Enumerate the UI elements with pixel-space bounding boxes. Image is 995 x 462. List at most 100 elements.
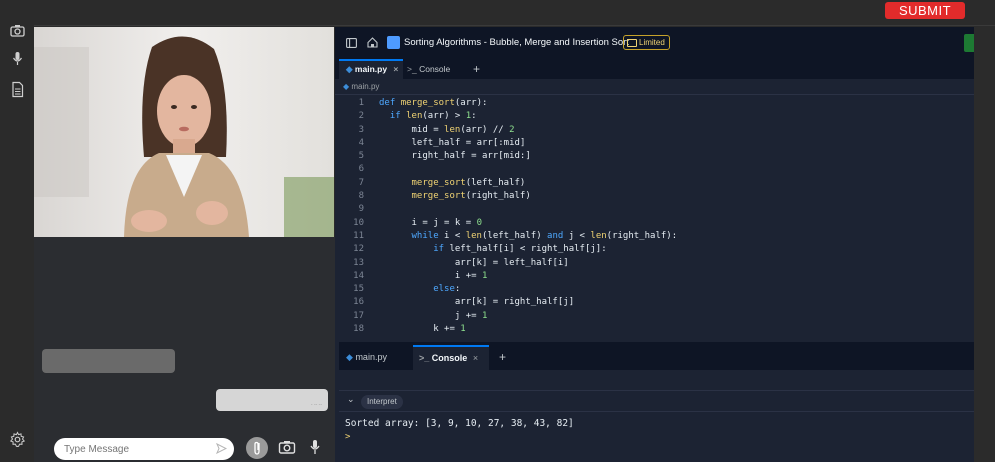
console-prompt[interactable]: >: [345, 432, 350, 442]
tab-label: main.py: [355, 352, 387, 362]
line-number: 16: [353, 297, 364, 308]
paperclip-icon: [254, 441, 260, 455]
line-number: 12: [353, 244, 364, 255]
console-tabs: ◆ main.py >_ Console × +: [339, 345, 974, 370]
code-text[interactable]: arr[k] = left_half[i]: [379, 257, 569, 270]
code-area[interactable]: 1 def merge_sort(arr): 2 if len(arr) > 1: 3…: [335, 97, 974, 339]
code-text[interactable]: right_half = arr[mid:]: [379, 150, 531, 163]
close-icon[interactable]: ×: [473, 353, 478, 363]
line-number: 14: [353, 270, 364, 281]
tab-label: Console: [431, 353, 468, 363]
code-line[interactable]: 18 k += 1: [335, 323, 974, 336]
camera-icon[interactable]: [278, 439, 296, 455]
interpret-button[interactable]: Interpret: [361, 395, 403, 409]
code-line[interactable]: 12 if left_half[i] < right_half[j]:: [335, 243, 974, 256]
send-icon[interactable]: [216, 443, 227, 454]
code-line[interactable]: 3 mid = len(arr) // 2: [335, 124, 974, 137]
tab-label: Console: [419, 64, 451, 74]
line-number: 5: [358, 151, 364, 162]
code-text[interactable]: def merge_sort(arr):: [379, 97, 487, 110]
code-text[interactable]: arr[k] = right_half[j]: [379, 296, 574, 309]
code-text[interactable]: else:: [379, 283, 460, 296]
code-text[interactable]: merge_sort(right_half): [379, 190, 531, 203]
attach-button[interactable]: [246, 437, 268, 459]
interpreter-bar: ⌄ Interpret: [339, 390, 974, 412]
code-line[interactable]: 6: [335, 163, 974, 176]
line-number: 9: [358, 204, 364, 215]
code-line[interactable]: 16 arr[k] = right_half[j]: [335, 296, 974, 309]
microphone-icon[interactable]: [9, 50, 26, 67]
top-bar: SUBMIT: [0, 0, 995, 26]
line-number: 7: [358, 177, 364, 188]
terminal-icon: >_: [407, 64, 417, 74]
tab-console[interactable]: >_ Console ×: [413, 345, 489, 370]
tab-main-py[interactable]: ◆ main.py: [343, 345, 413, 370]
message-input[interactable]: [54, 438, 234, 460]
line-number: 15: [353, 284, 364, 295]
code-line[interactable]: 8 merge_sort(right_half): [335, 190, 974, 203]
code-line[interactable]: 7 merge_sort(left_half): [335, 177, 974, 190]
code-line[interactable]: 10 i = j = k = 0: [335, 217, 974, 230]
sidebar-toggle-icon[interactable]: [346, 38, 357, 48]
code-text[interactable]: if left_half[i] < right_half[j]:: [379, 243, 606, 256]
code-text[interactable]: mid = len(arr) // 2: [379, 124, 515, 137]
code-editor: Sorting Algorithms - Bubble, Merge and I…: [335, 27, 974, 462]
project-title[interactable]: Sorting Algorithms - Bubble, Merge and I…: [404, 37, 629, 48]
line-number: 2: [358, 111, 364, 122]
line-number: 6: [358, 164, 364, 175]
left-toolbar: [0, 20, 34, 462]
code-line[interactable]: 13 arr[k] = left_half[i]: [335, 257, 974, 270]
outgoing-message-bubble: - -- --: [216, 389, 328, 411]
line-number: 18: [353, 324, 364, 335]
code-line[interactable]: 4 left_half = arr[:mid]: [335, 137, 974, 150]
camera-icon[interactable]: [9, 22, 26, 39]
plan-badge[interactable]: Limited: [623, 35, 670, 50]
python-file-icon: ◆: [346, 64, 353, 74]
code-line[interactable]: 9: [335, 203, 974, 216]
line-number: 17: [353, 310, 364, 321]
message-timestamp: - -- --: [310, 402, 322, 408]
console-pane: ◆ main.py >_ Console × + ⌄ Interpret Sor…: [339, 342, 974, 462]
microphone-icon[interactable]: [307, 438, 323, 456]
line-number: 8: [358, 191, 364, 202]
code-text[interactable]: i = j = k = 0: [379, 217, 482, 230]
line-number: 13: [353, 257, 364, 268]
code-text[interactable]: merge_sort(left_half): [379, 177, 526, 190]
tab-console[interactable]: >_ Console: [407, 59, 467, 79]
code-line[interactable]: 5 right_half = arr[mid:]: [335, 150, 974, 163]
code-text[interactable]: while i < len(left_half) and j < len(rig…: [379, 230, 678, 243]
line-number: 3: [358, 124, 364, 135]
run-button[interactable]: [964, 34, 974, 52]
tab-main-py[interactable]: ◆ main.py ×: [339, 59, 403, 79]
code-text[interactable]: if len(arr) > 1:: [379, 110, 477, 123]
close-icon[interactable]: ×: [393, 64, 398, 74]
code-text[interactable]: k += 1: [379, 323, 466, 336]
line-number: 4: [358, 137, 364, 148]
line-number: 11: [353, 230, 364, 241]
document-icon[interactable]: [9, 81, 26, 98]
python-file-icon: ◆: [346, 352, 353, 362]
editor-header: Sorting Algorithms - Bubble, Merge and I…: [335, 27, 974, 59]
code-text[interactable]: j += 1: [379, 310, 488, 323]
submit-button[interactable]: SUBMIT: [885, 2, 965, 19]
line-number: 1: [358, 98, 364, 108]
right-edge: [974, 27, 995, 462]
video-feed: [34, 27, 334, 237]
code-line[interactable]: 2 if len(arr) > 1:: [335, 110, 974, 123]
project-icon: [387, 36, 400, 49]
code-line[interactable]: 17 j += 1: [335, 310, 974, 323]
home-icon[interactable]: [367, 37, 378, 48]
console-output: Sorted array: [3, 9, 10, 27, 38, 43, 82]: [345, 418, 574, 429]
add-tab-button[interactable]: +: [473, 59, 485, 79]
code-line[interactable]: 15 else:: [335, 283, 974, 296]
code-line[interactable]: 11 while i < len(left_half) and j < len(…: [335, 230, 974, 243]
breadcrumb[interactable]: main.py: [335, 79, 974, 95]
code-text[interactable]: left_half = arr[:mid]: [379, 137, 526, 150]
tab-label: main.py: [354, 64, 388, 74]
chevron-down-icon[interactable]: ⌄: [347, 394, 355, 405]
code-line[interactable]: 1 def merge_sort(arr):: [335, 97, 974, 110]
code-line[interactable]: 14 i += 1: [335, 270, 974, 283]
add-tab-button[interactable]: +: [499, 345, 511, 370]
code-text[interactable]: i += 1: [379, 270, 488, 283]
settings-icon[interactable]: [9, 431, 26, 448]
